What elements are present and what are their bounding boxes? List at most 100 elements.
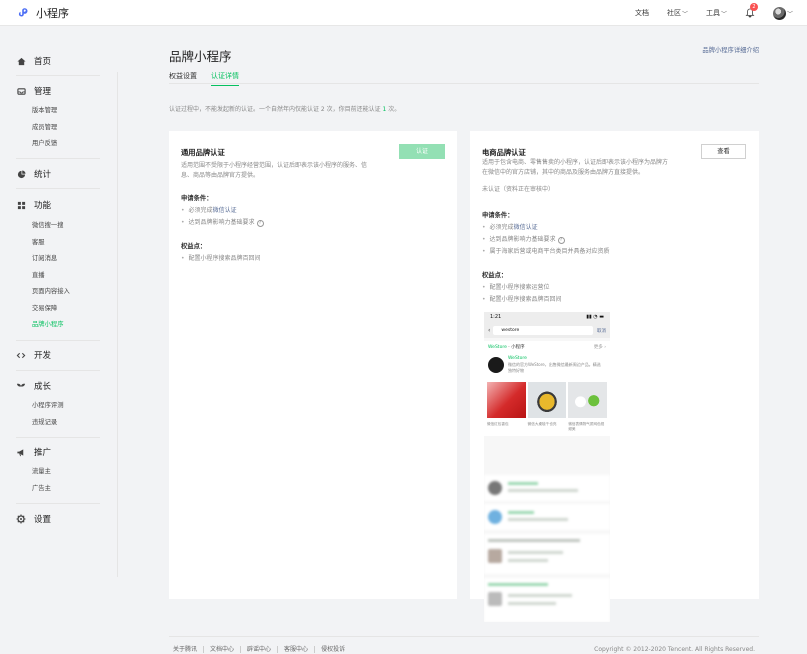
footer-link-service[interactable]: 客服中心 (277, 646, 314, 653)
blurred-avatar (488, 510, 502, 524)
general-card-title: 通用品牌认证 (181, 148, 225, 157)
ecommerce-cond-1-text: 必须完成 (489, 224, 514, 231)
sidebar-item-publisher[interactable]: 流量主 (16, 464, 100, 481)
westore-logo-icon (488, 357, 504, 373)
back-icon: ‹ (488, 327, 491, 334)
footer-link-rumor[interactable]: 辟谣中心 (240, 646, 277, 653)
brand-intro-link[interactable]: 品牌小程序详细介绍 (702, 45, 759, 54)
sprout-icon (16, 381, 26, 391)
chevron-down-icon: ﹀ (681, 10, 688, 18)
sidebar-item-feedback[interactable]: 用户反馈 (16, 136, 100, 153)
phone-section-brand: WeStore (488, 345, 507, 350)
phone-product-name: 微信表情物气质网色视频美 (568, 422, 605, 431)
footer: 关于腾讯 文档中心 辟谣中心 客服中心 侵权投诉 Copyright © 201… (169, 636, 759, 653)
blurred-line (508, 551, 563, 554)
search-preview-image: 1:21 ▮▮ ◔ ▬ ‹ westore 取消 WeStore · 小程序 更多 … (484, 312, 610, 622)
sidebar-item-subscribe-message[interactable]: 订阅消息 (16, 251, 100, 268)
sidebar-group-growth: 成长 小程序评测 违规记录 (16, 379, 100, 431)
notification-badge: 2 (749, 3, 758, 11)
ecommerce-benefits-title: 权益点： (482, 272, 508, 279)
code-icon (16, 350, 26, 360)
sidebar-item-trade-guarantee[interactable]: 交易保障 (16, 301, 100, 318)
gear-icon (16, 514, 26, 524)
sidebar-item-version[interactable]: 版本管理 (16, 103, 100, 120)
ecommerce-condition-3: 属于海家后营或电商平台类目并具备对应资质 (482, 246, 610, 255)
certification-notice: 认证过程中，不能发起新的认证。一个自然年内仅能认证 2 次，你目前还能认证 1 … (169, 104, 400, 113)
ecommerce-condition-1: 必须完成微信认证 (482, 222, 538, 231)
sidebar-item-wechat-search[interactable]: 微信搜一搜 (16, 218, 100, 235)
ecommerce-cond-3-text: 属于海家后营或电商平台类目并具备对应资质 (489, 248, 610, 255)
notification-button[interactable]: 2 (745, 3, 758, 18)
footer-link-about[interactable]: 关于腾讯 (173, 646, 203, 653)
phone-search-input: westore (493, 326, 593, 335)
pie-chart-icon (16, 169, 26, 179)
nav-tools-label: 工具 (705, 9, 720, 17)
logo[interactable]: 小程序 (16, 5, 69, 21)
wechat-certify-link[interactable]: 微信认证 (514, 224, 538, 231)
card-holder-image (527, 382, 567, 418)
avatar (772, 6, 786, 20)
blurred-line (508, 602, 556, 605)
sidebar-item-members[interactable]: 成员管理 (16, 120, 100, 137)
sidebar-item-settings[interactable]: 设置 (16, 512, 100, 526)
certify-button[interactable]: 认证 (399, 144, 445, 159)
sidebar-item-advertiser[interactable]: 广告主 (16, 481, 100, 498)
general-benefit-1: 配置小程序搜索品牌百回间 (181, 253, 261, 262)
sidebar-settings-label: 设置 (34, 515, 52, 525)
sidebar-item-evaluation[interactable]: 小程序评测 (16, 398, 100, 415)
sidebar-item-develop[interactable]: 开发 (16, 348, 100, 362)
blurred-line (488, 583, 548, 586)
sidebar-item-stats[interactable]: 统计 (16, 167, 100, 181)
ecommerce-conditions-title: 申请条件： (482, 212, 514, 219)
sidebar-item-features[interactable]: 功能 (16, 198, 100, 212)
general-brand-card: 通用品牌认证 认证 适用范围不受限于小程序经营范围，认证后即表示该小程序的服务、… (169, 131, 457, 599)
top-nav: 文档 社区 ﹀ 工具 ﹀ 2 ﹀ (617, 0, 793, 26)
nav-community[interactable]: 社区 ﹀ (667, 8, 688, 18)
sidebar-item-home[interactable]: 首页 (16, 54, 100, 68)
footer-link-infringement[interactable]: 侵权投诉 (314, 646, 351, 653)
phone-product: 微信大桌毯千也亮 (527, 382, 567, 432)
sidebar-separator (117, 72, 118, 577)
view-button[interactable]: 查看 (701, 144, 746, 159)
phone-cancel: 取消 (597, 328, 606, 334)
sidebar-item-violations[interactable]: 违规记录 (16, 415, 100, 432)
nav-tools[interactable]: 工具 ﹀ (706, 8, 727, 18)
sidebar-divider (16, 188, 100, 189)
certification-status: 未认证（资料正在审核中） (482, 186, 555, 193)
general-cond-2-text: 达到品牌影响力基础要求 (188, 219, 255, 226)
sidebar-divider (16, 503, 100, 504)
sidebar-home-label: 首页 (34, 57, 52, 67)
general-desc-line-2: 息、商品等由品牌官方提供。 (181, 172, 260, 179)
ecommerce-benefit-2: 配置小程序搜索品牌百回间 (482, 294, 562, 303)
mini-program-logo-icon (18, 8, 28, 17)
footer-links: 关于腾讯 文档中心 辟谣中心 客服中心 侵权投诉 (173, 646, 351, 653)
phone-search-bar: ‹ westore 取消 (484, 323, 610, 338)
sidebar-item-promote[interactable]: 推广 (16, 445, 100, 459)
sidebar-item-manage[interactable]: 管理 (16, 84, 100, 98)
app-name: 小程序 (36, 7, 69, 20)
phone-brand-result: WeStore 微信的官方WeStore，出售微信最新周边产品。精选独特好物 (484, 352, 610, 380)
phone-product-name: 微信大桌毯千也亮 (527, 422, 557, 426)
bell-icon: 2 (745, 3, 758, 18)
blurred-result (484, 534, 610, 574)
nav-docs[interactable]: 文档 (635, 8, 649, 18)
wechat-certify-link[interactable]: 微信认证 (213, 207, 237, 214)
footer-link-docs[interactable]: 文档中心 (203, 646, 240, 653)
sidebar-item-live[interactable]: 直播 (16, 268, 100, 285)
blurred-result (484, 475, 610, 501)
sidebar-item-customer-service[interactable]: 客服 (16, 235, 100, 252)
megaphone-icon (16, 447, 26, 457)
sidebar-item-page-content[interactable]: 页面内容接入 (16, 284, 100, 301)
help-icon[interactable]: ? (557, 237, 565, 244)
tabs-divider (169, 83, 759, 84)
ecommerce-benefit-1: 配置小程序搜索运营位 (482, 282, 550, 291)
sidebar-item-brand-mini-program[interactable]: 品牌小程序 (16, 317, 100, 334)
blurred-thumb (488, 549, 502, 563)
ecommerce-condition-2: 达到品牌影响力基础要求? (482, 234, 565, 244)
help-icon[interactable]: ? (256, 220, 264, 227)
user-menu[interactable]: ﹀ (772, 6, 793, 20)
ecommerce-benefit-2-text: 配置小程序搜索品牌百回间 (489, 296, 562, 303)
blurred-line (508, 489, 578, 492)
sidebar-divider (16, 437, 100, 438)
sidebar-item-growth[interactable]: 成长 (16, 379, 100, 393)
